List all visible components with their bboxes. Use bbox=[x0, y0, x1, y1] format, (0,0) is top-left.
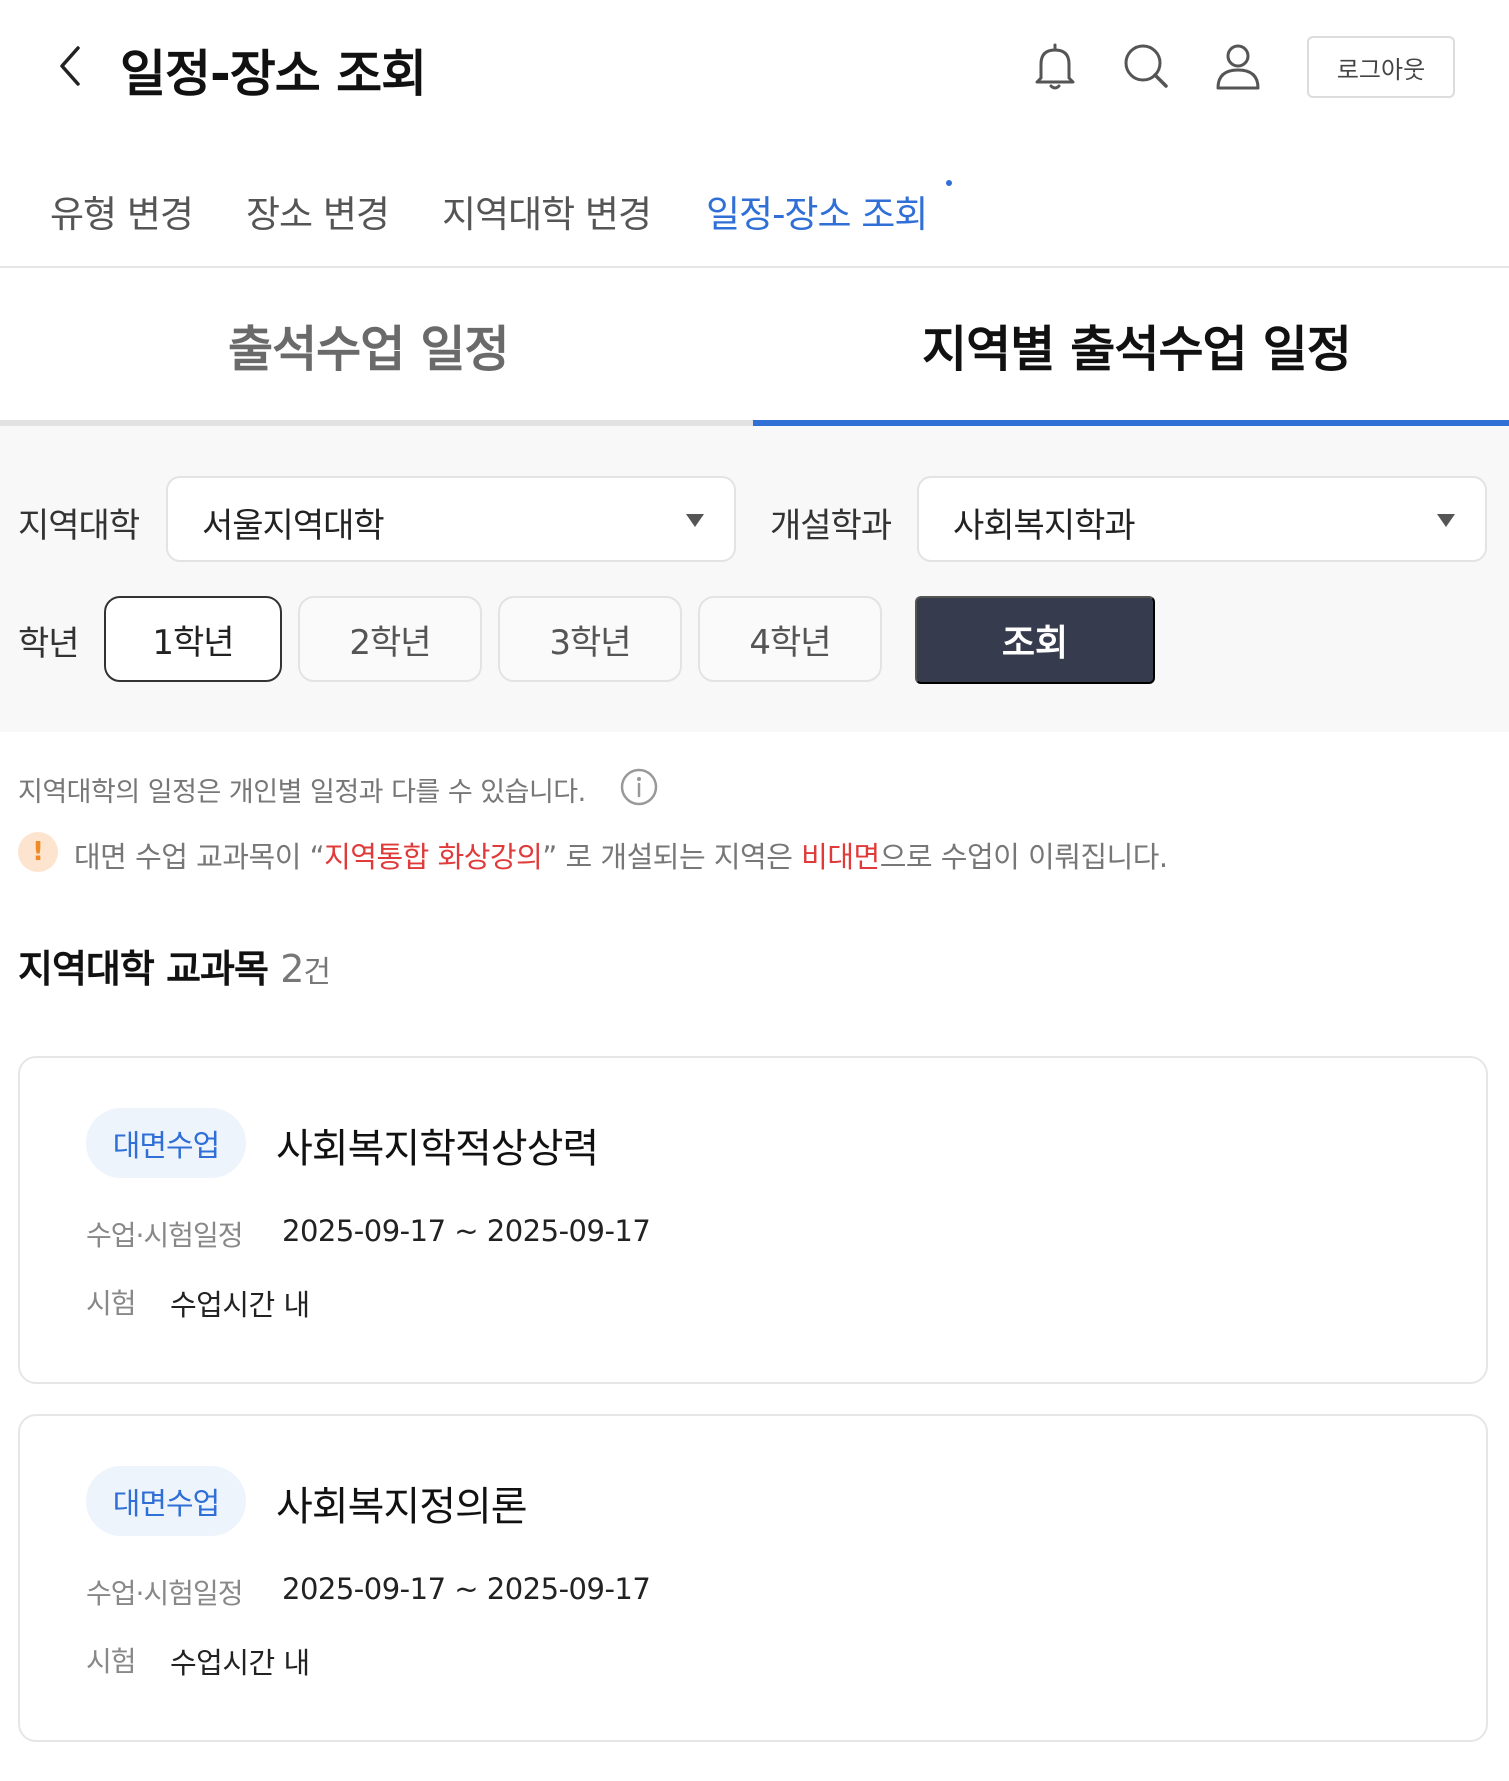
user-icon[interactable] bbox=[1210, 38, 1266, 94]
exam-value: 수업시간 내 bbox=[170, 1288, 310, 1322]
count-number: 2 bbox=[280, 947, 304, 991]
subnav-item-place-change[interactable]: 장소 변경 bbox=[246, 184, 390, 238]
notice-online-lecture: 대면 수업 교과목이 “지역통합 화상강의” 로 개설되는 지역은 비대면으로 … bbox=[74, 834, 1168, 876]
app-header: 일정-장소 조회 로그아웃 bbox=[0, 0, 1509, 135]
logout-button[interactable]: 로그아웃 bbox=[1307, 36, 1455, 98]
course-card[interactable]: 대면수업 사회복지정의론 수업·시험일정 2025-09-17 ~ 2025-0… bbox=[18, 1414, 1488, 1742]
count-unit: 건 bbox=[303, 955, 331, 990]
region-select-value: 서울지역대학 bbox=[202, 506, 385, 546]
class-type-badge: 대면수업 bbox=[86, 1466, 246, 1536]
schedule-tabs: 출석수업 일정 지역별 출석수업 일정 bbox=[0, 268, 1509, 426]
section-title: 지역대학 교과목 2건 bbox=[18, 938, 331, 993]
warning-icon: ! bbox=[18, 832, 58, 872]
grade-label: 학년 bbox=[18, 624, 80, 664]
search-button[interactable]: 조회 bbox=[915, 596, 1155, 684]
section-title-text: 지역대학 교과목 bbox=[18, 947, 269, 991]
filter-panel: 지역대학 서울지역대학 개설학과 사회복지학과 학년 1학년 2학년 3학년 4… bbox=[0, 426, 1509, 732]
course-count: 2건 bbox=[280, 947, 331, 991]
active-dot-indicator bbox=[946, 180, 952, 186]
grade-button-2[interactable]: 2학년 bbox=[298, 596, 482, 682]
grade-button-4[interactable]: 4학년 bbox=[698, 596, 882, 682]
grade-button-3[interactable]: 3학년 bbox=[498, 596, 682, 682]
dept-label: 개설학과 bbox=[770, 506, 892, 546]
course-card[interactable]: 대면수업 사회복지학적상상력 수업·시험일정 2025-09-17 ~ 2025… bbox=[18, 1056, 1488, 1384]
schedule-label: 수업·시험일정 bbox=[86, 1577, 243, 1610]
subnav-item-schedule-place[interactable]: 일정-장소 조회 bbox=[706, 184, 928, 238]
dept-select-value: 사회복지학과 bbox=[953, 506, 1136, 546]
notice-text: 으로 수업이 이뤄집니다. bbox=[879, 840, 1168, 874]
notice-highlight: 비대면 bbox=[801, 840, 880, 874]
bell-icon[interactable] bbox=[1027, 38, 1083, 94]
subnav-item-type-change[interactable]: 유형 변경 bbox=[50, 184, 194, 238]
schedule-label: 수업·시험일정 bbox=[86, 1219, 243, 1252]
dept-select[interactable]: 사회복지학과 bbox=[917, 476, 1487, 562]
page-title: 일정-장소 조회 bbox=[120, 45, 427, 103]
region-select[interactable]: 서울지역대학 bbox=[166, 476, 736, 562]
tab-regional-attendance-schedule[interactable]: 지역별 출석수업 일정 bbox=[922, 310, 1352, 381]
back-chevron-icon[interactable] bbox=[52, 42, 92, 90]
caret-down-icon bbox=[1437, 514, 1455, 527]
class-type-badge: 대면수업 bbox=[86, 1108, 246, 1178]
caret-down-icon bbox=[686, 514, 704, 527]
notice-text: 대면 수업 교과목이 “ bbox=[74, 840, 325, 874]
notice-text: ” 로 개설되는 지역은 bbox=[542, 840, 802, 874]
search-icon[interactable] bbox=[1118, 38, 1174, 94]
exam-label: 시험 bbox=[86, 1287, 137, 1320]
exam-label: 시험 bbox=[86, 1645, 137, 1678]
region-label: 지역대학 bbox=[18, 506, 140, 546]
schedule-value: 2025-09-17 ~ 2025-09-17 bbox=[282, 1214, 651, 1248]
course-name: 사회복지학적상상력 bbox=[276, 1126, 599, 1172]
subnav-item-region-change[interactable]: 지역대학 변경 bbox=[442, 184, 652, 238]
tab-attendance-schedule[interactable]: 출석수업 일정 bbox=[228, 310, 510, 381]
notice-highlight: 지역통합 화상강의 bbox=[324, 840, 543, 874]
course-name: 사회복지정의론 bbox=[276, 1484, 528, 1530]
schedule-value: 2025-09-17 ~ 2025-09-17 bbox=[282, 1572, 651, 1606]
notice-schedule-difference: 지역대학의 일정은 개인별 일정과 다를 수 있습니다. bbox=[18, 777, 586, 808]
grade-button-1[interactable]: 1학년 bbox=[104, 596, 282, 682]
sub-navigation: 유형 변경 장소 변경 지역대학 변경 일정-장소 조회 bbox=[0, 168, 1509, 268]
exam-value: 수업시간 내 bbox=[170, 1646, 310, 1680]
info-icon[interactable] bbox=[620, 768, 658, 806]
